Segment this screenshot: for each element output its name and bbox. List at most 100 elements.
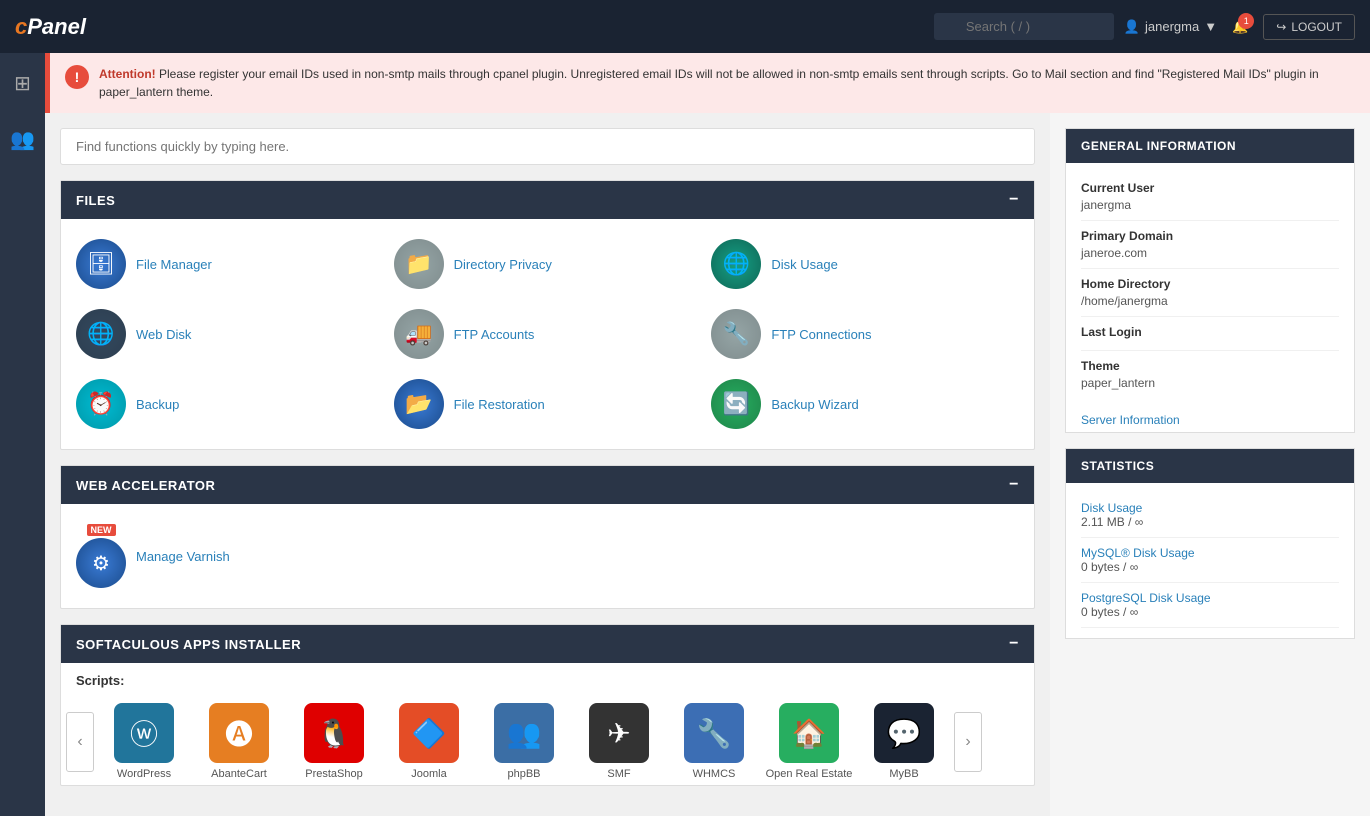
web-disk-item[interactable]: 🌐 Web Disk <box>76 309 384 359</box>
disk-usage-stat-label[interactable]: Disk Usage <box>1081 501 1339 515</box>
user-section: 👤 janergma ▼ 🔔 1 ↪ LOGOUT <box>1124 14 1355 40</box>
directory-privacy-icon: 📁 <box>394 239 444 289</box>
postgresql-disk-stat-label[interactable]: PostgreSQL Disk Usage <box>1081 591 1339 605</box>
app-mybb[interactable]: 💬 MyBB <box>859 703 949 780</box>
file-manager-item[interactable]: 🗄 File Manager <box>76 239 384 289</box>
alert-title: Attention! <box>99 67 156 81</box>
phpbb-label: phpBB <box>507 768 540 780</box>
user-dropdown[interactable]: 👤 janergma ▼ <box>1124 19 1217 35</box>
notifications-bell[interactable]: 🔔 1 <box>1232 19 1248 35</box>
disk-usage-stat-value: 2.11 MB / ∞ <box>1081 515 1339 529</box>
app-whmcs[interactable]: 🔧 WHMCS <box>669 703 759 780</box>
username-label: janergma <box>1145 19 1199 34</box>
search-wrapper: 🔍 <box>934 13 1114 40</box>
web-disk-icon: 🌐 <box>76 309 126 359</box>
file-restoration-label: File Restoration <box>454 397 545 412</box>
apps-row: ‹ ⓦ WordPress 🅐 AbanteCart 🐧 PrestaShop <box>61 698 1034 785</box>
app-abantecart[interactable]: 🅐 AbanteCart <box>194 703 284 780</box>
theme-value: paper_lantern <box>1081 376 1339 390</box>
web-accelerator-collapse[interactable]: − <box>1009 476 1019 494</box>
file-manager-label: File Manager <box>136 257 212 272</box>
new-badge: NEW <box>87 524 116 536</box>
mysql-disk-stat-value: 0 bytes / ∞ <box>1081 560 1339 574</box>
top-nav: cPanel 🔍 👤 janergma ▼ 🔔 1 ↪ LOGOUT <box>0 0 1370 53</box>
open-real-estate-icon: 🏠 <box>779 703 839 763</box>
last-login-label: Last Login <box>1081 325 1339 339</box>
files-section-header: FILES − <box>61 181 1034 219</box>
user-icon: 👤 <box>1124 19 1140 35</box>
sidebar-users-icon[interactable]: 👥 <box>2 119 43 160</box>
whmcs-icon: 🔧 <box>684 703 744 763</box>
top-search-input[interactable] <box>934 13 1114 40</box>
backup-wizard-item[interactable]: 🔄 Backup Wizard <box>711 379 1019 429</box>
web-accelerator-header: WEB ACCELERATOR − <box>61 466 1034 504</box>
mysql-disk-stat-label[interactable]: MySQL® Disk Usage <box>1081 546 1339 560</box>
files-items-grid: 🗄 File Manager 📁 Directory Privacy 🌐 <box>76 239 1019 429</box>
primary-domain-label: Primary Domain <box>1081 229 1339 243</box>
app-open-real-estate[interactable]: 🏠 Open Real Estate <box>764 703 854 780</box>
softaculous-title: SOFTACULOUS APPS INSTALLER <box>76 637 301 652</box>
softaculous-collapse[interactable]: − <box>1009 635 1019 653</box>
directory-privacy-label: Directory Privacy <box>454 257 552 272</box>
joomla-icon: 🔷 <box>399 703 459 763</box>
apps-prev-button[interactable]: ‹ <box>66 712 94 772</box>
wordpress-icon: ⓦ <box>114 703 174 763</box>
files-section: FILES − 🗄 File Manager 📁 <box>60 180 1035 450</box>
whmcs-label: WHMCS <box>693 768 736 780</box>
backup-item[interactable]: ⏰ Backup <box>76 379 384 429</box>
sidebar-grid-icon[interactable]: ⊞ <box>6 63 39 104</box>
apps-next-button[interactable]: › <box>954 712 982 772</box>
backup-label: Backup <box>136 397 179 412</box>
postgresql-disk-stat-value: 0 bytes / ∞ <box>1081 605 1339 619</box>
ftp-accounts-label: FTP Accounts <box>454 327 535 342</box>
notification-badge: 1 <box>1238 13 1254 29</box>
server-info-link[interactable]: Server Information <box>1066 408 1354 432</box>
app-smf[interactable]: ✈ SMF <box>574 703 664 780</box>
manage-varnish-item[interactable]: NEW ⚙ Manage Varnish <box>76 524 1019 588</box>
logout-button[interactable]: ↪ LOGOUT <box>1263 14 1355 40</box>
general-info-header: GENERAL INFORMATION <box>1066 129 1354 163</box>
files-section-collapse[interactable]: − <box>1009 191 1019 209</box>
mybb-icon: 💬 <box>874 703 934 763</box>
manage-varnish-label: Manage Varnish <box>136 549 230 564</box>
sidebar: ⊞ 👥 <box>0 53 45 816</box>
open-real-estate-label: Open Real Estate <box>766 768 853 780</box>
joomla-label: Joomla <box>411 768 446 780</box>
manage-varnish-link[interactable]: Manage Varnish <box>136 549 230 564</box>
prestashop-icon: 🐧 <box>304 703 364 763</box>
varnish-icon: ⚙ <box>76 538 126 588</box>
current-user-row: Current User janergma <box>1081 173 1339 221</box>
varnish-icon-wrapper: NEW ⚙ <box>76 524 126 588</box>
function-search-input[interactable] <box>60 128 1035 165</box>
ftp-accounts-item[interactable]: 🚚 FTP Accounts <box>394 309 702 359</box>
files-section-content: 🗄 File Manager 📁 Directory Privacy 🌐 <box>61 219 1034 449</box>
app-phpbb[interactable]: 👥 phpBB <box>479 703 569 780</box>
theme-row: Theme paper_lantern <box>1081 351 1339 398</box>
main-layout: ⊞ 👥 ! Attention! Please register your em… <box>0 53 1370 816</box>
web-accelerator-section: WEB ACCELERATOR − NEW ⚙ Manage Varnish <box>60 465 1035 609</box>
primary-domain-value: janeroe.com <box>1081 246 1339 260</box>
ftp-connections-item[interactable]: 🔧 FTP Connections <box>711 309 1019 359</box>
phpbb-icon: 👥 <box>494 703 554 763</box>
file-restoration-item[interactable]: 📂 File Restoration <box>394 379 702 429</box>
web-accelerator-content: NEW ⚙ Manage Varnish <box>61 504 1034 608</box>
file-manager-icon: 🗄 <box>76 239 126 289</box>
alert-banner: ! Attention! Please register your email … <box>45 53 1370 113</box>
postgresql-disk-stat-row: PostgreSQL Disk Usage 0 bytes / ∞ <box>1081 583 1339 628</box>
app-joomla[interactable]: 🔷 Joomla <box>384 703 474 780</box>
home-directory-label: Home Directory <box>1081 277 1339 291</box>
disk-usage-label: Disk Usage <box>771 257 837 272</box>
disk-usage-item[interactable]: 🌐 Disk Usage <box>711 239 1019 289</box>
home-directory-row: Home Directory /home/janergma <box>1081 269 1339 317</box>
backup-icon: ⏰ <box>76 379 126 429</box>
web-accelerator-title: WEB ACCELERATOR <box>76 478 215 493</box>
app-prestashop[interactable]: 🐧 PrestaShop <box>289 703 379 780</box>
right-panel: GENERAL INFORMATION Current User janergm… <box>1050 113 1370 816</box>
home-directory-value: /home/janergma <box>1081 294 1339 308</box>
content-wrapper: FILES − 🗄 File Manager 📁 <box>45 113 1370 816</box>
disk-usage-stat-row: Disk Usage 2.11 MB / ∞ <box>1081 493 1339 538</box>
ftp-connections-icon: 🔧 <box>711 309 761 359</box>
directory-privacy-item[interactable]: 📁 Directory Privacy <box>394 239 702 289</box>
abantecart-label: AbanteCart <box>211 768 267 780</box>
app-wordpress[interactable]: ⓦ WordPress <box>99 703 189 780</box>
